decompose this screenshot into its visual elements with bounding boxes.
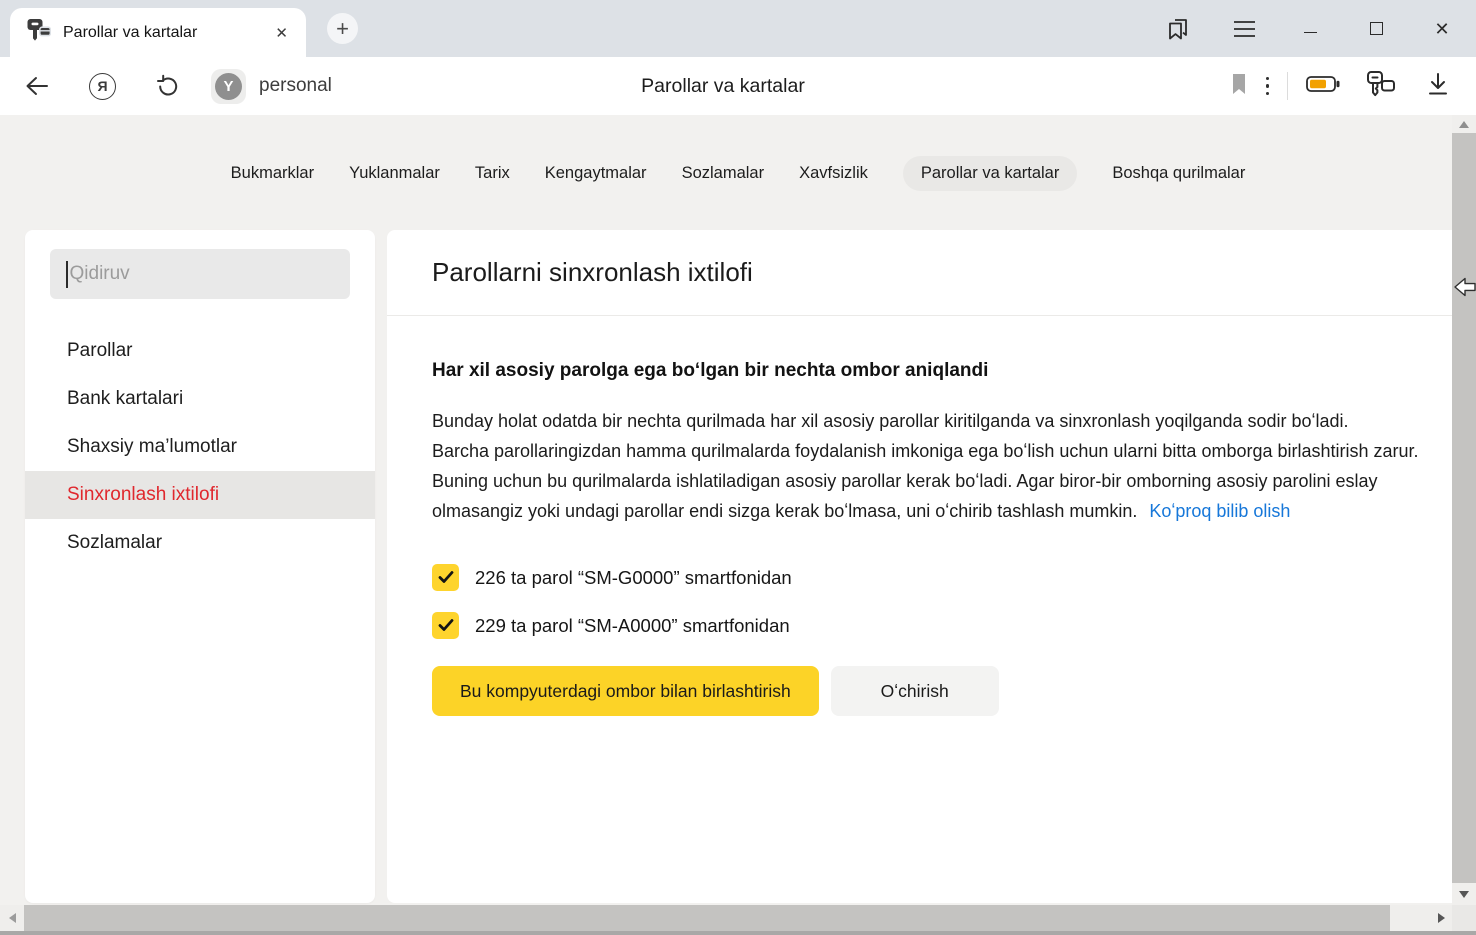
minimize-icon — [1304, 32, 1317, 33]
scroll-down-button[interactable] — [1452, 883, 1476, 905]
sidebar-menu: Parollar Bank kartalari Shaxsiy ma’lumot… — [25, 327, 375, 567]
scroll-up-button[interactable] — [1452, 115, 1476, 133]
back-arrow-icon — [24, 74, 50, 98]
horizontal-scrollbar-thumb[interactable] — [24, 905, 1390, 931]
checkmark-icon — [438, 571, 454, 584]
toolbar-divider — [1287, 72, 1288, 100]
maximize-icon — [1370, 22, 1383, 35]
vault-label: 229 ta parol “SM-A0000” smartfonidan — [475, 615, 790, 637]
conflict-description: Bunday holat odatda bir nechta qurilmada… — [432, 406, 1424, 526]
new-tab-button[interactable]: + — [327, 13, 358, 44]
sync-conflict-body: Har xil asosiy parolga ega boʻlgan bir n… — [387, 360, 1452, 716]
passwords-manager-icon[interactable] — [1366, 70, 1396, 103]
close-icon: ✕ — [1434, 20, 1449, 38]
nav-tab-settings[interactable]: Sozlamalar — [682, 156, 765, 191]
sidebar-item-label: Bank kartalari — [67, 388, 183, 410]
scroll-right-button[interactable] — [1430, 905, 1452, 931]
merge-button[interactable]: Bu kompyuterdagi ombor bilan birlashtiri… — [432, 666, 819, 716]
vault-checkbox[interactable] — [432, 564, 459, 591]
vault-row: 226 ta parol “SM-G0000” smartfonidan — [432, 564, 1424, 591]
vertical-scrollbar-thumb[interactable] — [1452, 133, 1476, 883]
sidebar-item-bank-cards[interactable]: Bank kartalari — [25, 375, 375, 423]
sidebar-search-input[interactable]: Qidiruv — [50, 249, 350, 299]
scroll-right-icon — [1438, 913, 1445, 923]
vault-row: 229 ta parol “SM-A0000” smartfonidan — [432, 612, 1424, 639]
scroll-down-icon — [1459, 891, 1469, 898]
url-text[interactable]: personal — [259, 75, 332, 97]
tab-close-icon[interactable]: ✕ — [271, 22, 292, 44]
sidebar-item-label: Shaxsiy ma’lumotlar — [67, 436, 237, 458]
scroll-left-button[interactable] — [0, 905, 24, 931]
bookmark-icon[interactable] — [1230, 73, 1248, 100]
toolbar-page-title: Parollar va kartalar — [641, 57, 805, 115]
downloads-icon[interactable] — [1426, 72, 1450, 101]
passwords-sidebar: Qidiruv Parollar Bank kartalari Shaxsiy … — [25, 230, 375, 903]
browser-toolbar: Я Y personal Parollar va kartalar — [0, 57, 1476, 115]
sidebar-item-personal-data[interactable]: Shaxsiy ma’lumotlar — [25, 423, 375, 471]
passwords-key-card-icon — [26, 18, 51, 47]
plus-icon: + — [336, 18, 349, 40]
toolbar-right-icons — [1230, 57, 1476, 115]
back-button[interactable] — [24, 57, 50, 115]
nav-tab-downloads[interactable]: Yuklanmalar — [349, 156, 440, 191]
sidebar-item-label: Sinxronlash ixtilofi — [67, 484, 219, 506]
settings-nav-tabs: Bukmarklar Yuklanmalar Tarix Kengaytmala… — [0, 115, 1476, 231]
sync-conflict-panel: Parollarni sinxronlash ixtilofi Har xil … — [387, 230, 1452, 903]
text-caret — [66, 261, 68, 288]
address-bar[interactable]: Y personal — [211, 57, 332, 115]
more-options-icon[interactable] — [1266, 77, 1270, 96]
sidebar-item-label: Sozlamalar — [67, 532, 162, 554]
maximize-button[interactable] — [1364, 17, 1388, 41]
scroll-left-icon — [9, 913, 16, 923]
page-content: Bukmarklar Yuklanmalar Tarix Kengaytmala… — [0, 115, 1476, 935]
nav-tab-history[interactable]: Tarix — [475, 156, 510, 191]
vertical-scrollbar[interactable] — [1452, 115, 1476, 905]
vault-label: 226 ta parol “SM-G0000” smartfonidan — [475, 567, 792, 589]
close-window-button[interactable]: ✕ — [1430, 17, 1454, 41]
refresh-icon — [155, 74, 180, 99]
scrollbar-corner — [1452, 905, 1476, 931]
vault-list: 226 ta parol “SM-G0000” smartfonidan 229… — [432, 564, 1424, 639]
protect-badge-icon: Y — [215, 73, 242, 100]
sidebar-item-label: Parollar — [67, 340, 132, 362]
nav-tab-other-devices[interactable]: Boshqa qurilmalar — [1112, 156, 1245, 191]
yandex-home-button[interactable]: Я — [89, 57, 116, 115]
horizontal-scrollbar[interactable] — [0, 905, 1452, 931]
menu-hamburger-icon[interactable] — [1232, 17, 1256, 41]
sidebar-item-passwords[interactable]: Parollar — [25, 327, 375, 375]
conflict-heading: Har xil asosiy parolga ega boʻlgan bir n… — [432, 360, 1424, 382]
side-panel-bookmarks-icon[interactable] — [1166, 17, 1190, 41]
nav-tab-extensions[interactable]: Kengaytmalar — [545, 156, 647, 191]
sidebar-item-sync-conflict[interactable]: Sinxronlash ixtilofi — [25, 471, 375, 519]
search-placeholder: Qidiruv — [70, 263, 130, 285]
scroll-up-icon — [1459, 121, 1469, 128]
delete-button[interactable]: Oʻchirish — [831, 666, 999, 716]
vault-checkbox[interactable] — [432, 612, 459, 639]
battery-saver-icon[interactable] — [1306, 74, 1340, 99]
checkmark-icon — [438, 619, 454, 632]
browser-window: Parollar va kartalar ✕ + ✕ — [0, 0, 1476, 935]
yandex-logo-icon: Я — [89, 73, 116, 100]
nav-tab-bookmarks[interactable]: Bukmarklar — [231, 156, 314, 191]
action-buttons: Bu kompyuterdagi ombor bilan birlashtiri… — [432, 666, 1424, 716]
page-title: Parollarni sinxronlash ixtilofi — [387, 230, 1452, 316]
nav-tab-security[interactable]: Xavfsizlik — [799, 156, 868, 191]
mouse-cursor — [1454, 276, 1476, 304]
protect-badge[interactable]: Y — [211, 69, 246, 104]
nav-tab-passwords-cards[interactable]: Parollar va kartalar — [903, 156, 1077, 191]
sidebar-item-settings[interactable]: Sozlamalar — [25, 519, 375, 567]
browser-tab[interactable]: Parollar va kartalar ✕ — [10, 8, 306, 57]
description-line-1: Bunday holat odatda bir nechta qurilmada… — [432, 411, 1349, 431]
refresh-button[interactable] — [155, 57, 180, 115]
window-bottom-edge — [0, 931, 1476, 935]
tab-bar: Parollar va kartalar ✕ + ✕ — [0, 0, 1476, 57]
window-controls: ✕ — [1166, 0, 1454, 57]
minimize-button[interactable] — [1298, 17, 1322, 41]
learn-more-link[interactable]: Koʻproq bilib olish — [1149, 501, 1290, 521]
tab-title: Parollar va kartalar — [63, 24, 259, 42]
